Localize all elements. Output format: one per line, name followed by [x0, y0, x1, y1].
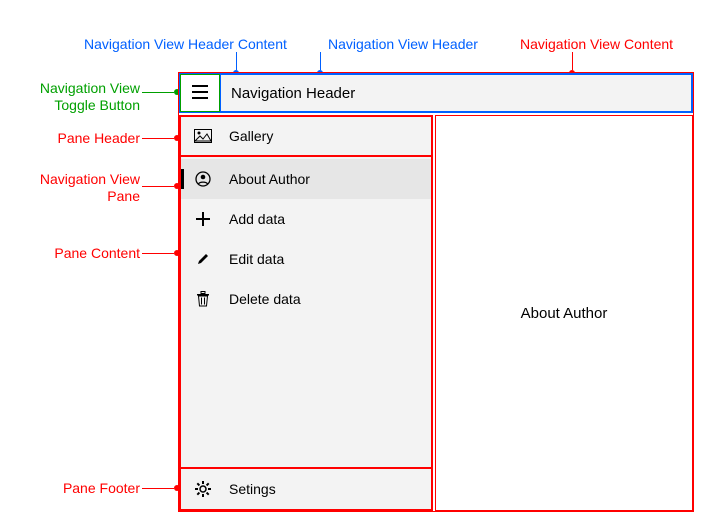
gear-icon — [191, 481, 215, 497]
callout-toggle: Navigation View Toggle Button — [30, 80, 140, 114]
pencil-icon — [191, 252, 215, 266]
pane-item-label: About Author — [229, 171, 310, 187]
pane-item-add-data[interactable]: Add data — [181, 199, 431, 239]
connector — [236, 52, 237, 70]
navigation-view: Navigation Header Gallery — [178, 72, 694, 512]
image-icon — [191, 129, 215, 143]
callout-header: Navigation View Header — [328, 36, 478, 53]
pane-footer-label: Setings — [229, 481, 276, 497]
pane-item-about-author[interactable]: About Author — [181, 159, 431, 199]
connector — [572, 52, 573, 70]
navigation-view-header-content: Navigation Header — [220, 74, 692, 112]
callout-pane: Navigation View Pane — [20, 171, 140, 205]
pane-item-label: Add data — [229, 211, 285, 227]
toggle-button[interactable] — [180, 74, 220, 112]
callout-content: Navigation View Content — [520, 36, 673, 53]
connector — [142, 138, 174, 139]
navigation-view-pane: Gallery About Author — [179, 115, 433, 511]
trash-icon — [191, 291, 215, 307]
pane-footer[interactable]: Setings — [180, 468, 432, 510]
connector — [320, 52, 321, 70]
connector — [142, 186, 174, 187]
connector — [142, 253, 174, 254]
pane-item-label: Edit data — [229, 251, 284, 267]
pane-item-delete-data[interactable]: Delete data — [181, 279, 431, 319]
navigation-view-content: About Author — [435, 115, 693, 511]
content-text: About Author — [521, 305, 608, 322]
user-circle-icon — [191, 171, 215, 187]
callout-header-content: Navigation View Header Content — [84, 36, 287, 53]
pane-header[interactable]: Gallery — [180, 116, 432, 156]
connector — [142, 488, 174, 489]
connector — [142, 92, 174, 93]
pane-header-label: Gallery — [229, 128, 273, 144]
callout-pane-footer: Pane Footer — [50, 480, 140, 497]
header-title: Navigation Header — [231, 85, 355, 102]
pane-item-label: Delete data — [229, 291, 301, 307]
callout-pane-content: Pane Content — [50, 245, 140, 262]
pane-content: About Author Add data Edit data — [180, 156, 432, 468]
hamburger-icon — [192, 83, 208, 104]
callout-pane-header: Pane Header — [50, 130, 140, 147]
pane-item-edit-data[interactable]: Edit data — [181, 239, 431, 279]
navigation-view-header: Navigation Header — [179, 73, 693, 113]
plus-icon — [191, 212, 215, 226]
